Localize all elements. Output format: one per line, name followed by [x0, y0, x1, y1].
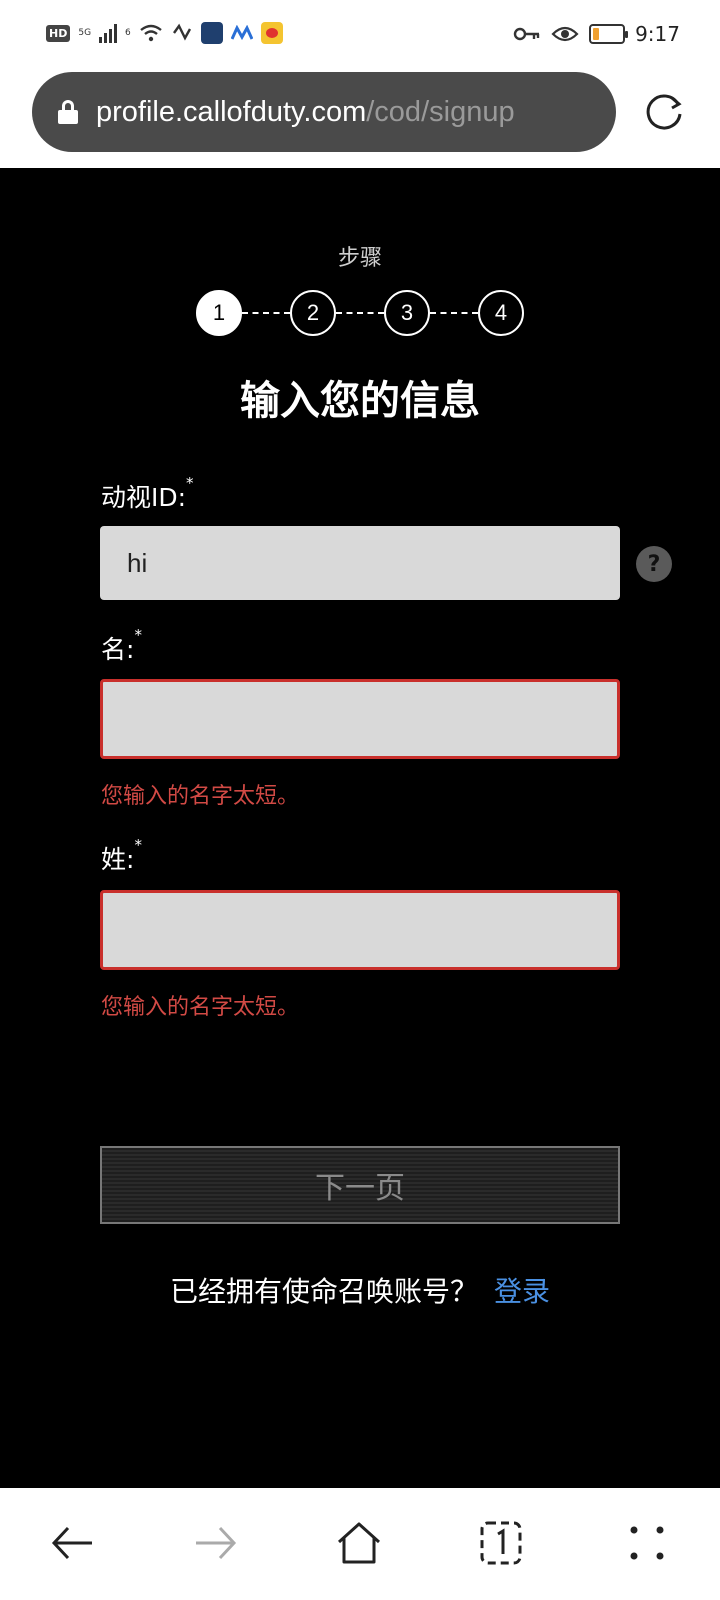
login-link[interactable]: 登录: [494, 1275, 550, 1308]
step-4: 4: [478, 290, 524, 336]
heart-rate-icon: [172, 23, 191, 41]
help-icon[interactable]: ?: [636, 546, 672, 582]
first-name-error: 您输入的名字太短。: [101, 784, 300, 809]
url-host: profile.callofduty.com: [96, 95, 367, 128]
status-bar: HD 5G 6 9:17: [0, 0, 720, 70]
back-icon[interactable]: [48, 1518, 98, 1568]
wifi-label: 6: [125, 28, 131, 38]
activision-id-label-text: 动视ID:: [101, 483, 187, 512]
key-icon: [513, 27, 540, 41]
browser-bottom-nav: [0, 1488, 720, 1600]
tabs-icon[interactable]: [476, 1518, 526, 1568]
signal-icon: [99, 23, 118, 43]
hd-badge: HD: [46, 24, 71, 42]
step-3: 3: [384, 290, 430, 336]
weibo-icon: [260, 22, 283, 44]
last-name-error: 您输入的名字太短。: [101, 995, 300, 1020]
reload-icon[interactable]: [642, 90, 686, 134]
app-m-icon: [230, 25, 253, 41]
battery-icon: [589, 24, 629, 44]
home-icon[interactable]: [334, 1518, 384, 1568]
browser-toolbar: profile.callofduty.com/cod/signup: [0, 70, 720, 168]
address-bar[interactable]: profile.callofduty.com/cod/signup: [32, 72, 616, 152]
menu-icon[interactable]: [622, 1518, 672, 1568]
login-row: 已经拥有使命召唤账号？ 登录: [0, 1270, 720, 1310]
bilibili-icon: [200, 22, 223, 44]
steps-label: 步骤: [337, 246, 382, 271]
status-right: 9:17: [513, 22, 680, 46]
first-name-label: 名:*: [101, 626, 142, 666]
first-name-input[interactable]: [100, 679, 620, 759]
first-name-label-text: 名:: [101, 635, 135, 664]
required-mark: *: [186, 474, 194, 492]
step-connector: [430, 312, 478, 314]
last-name-label: 姓:*: [101, 836, 142, 876]
required-mark: *: [134, 836, 142, 854]
step-2: 2: [290, 290, 336, 336]
signup-page: 步骤 1 2 3 4 输入您的信息 动视ID:* ? 名:* 您输入的名字太短。…: [0, 168, 720, 1488]
eye-icon: [551, 26, 579, 42]
step-1: 1: [196, 290, 242, 336]
step-connector: [242, 312, 290, 314]
last-name-input[interactable]: [100, 890, 620, 970]
clock: 9:17: [635, 22, 680, 46]
wifi-icon: [140, 24, 162, 42]
step-connector: [336, 312, 384, 314]
forward-icon[interactable]: [190, 1518, 240, 1568]
required-mark: *: [134, 626, 142, 644]
network-label: 5G: [78, 28, 92, 38]
page-title: 输入您的信息: [240, 378, 480, 424]
lock-icon: [58, 100, 78, 124]
url-path: /cod/signup: [366, 95, 515, 128]
step-indicator: 1 2 3 4: [196, 290, 524, 336]
status-left: HD 5G 6: [46, 22, 283, 44]
activision-id-label: 动视ID:*: [101, 474, 194, 514]
next-page-button[interactable]: 下一页: [100, 1146, 620, 1224]
login-prompt: 已经拥有使命召唤账号？: [169, 1275, 478, 1308]
activision-id-input[interactable]: [100, 526, 620, 600]
last-name-label-text: 姓:: [101, 845, 135, 874]
battery-level: [593, 28, 599, 40]
